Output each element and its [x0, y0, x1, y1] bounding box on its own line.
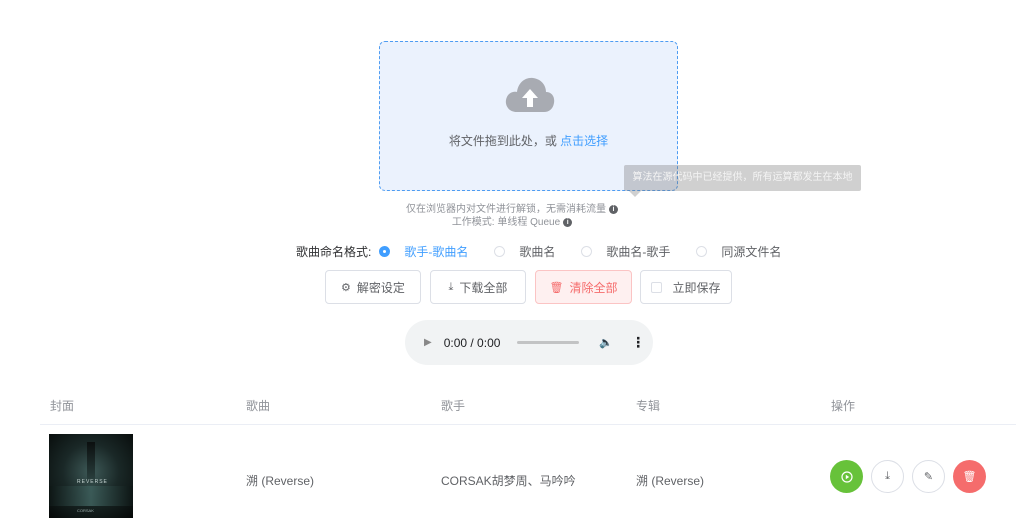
- download-all-label: 下载全部: [459, 280, 508, 295]
- info-icon[interactable]: i: [563, 217, 573, 227]
- radio-label: 同源文件名: [721, 244, 782, 259]
- trash-icon: 🗑: [962, 471, 977, 483]
- download-all-button[interactable]: ⤓ 下载全部: [430, 270, 526, 304]
- artist-name: CORSAK胡梦周、马吟吟: [441, 474, 576, 488]
- tip-line-2: 工作模式: 单线程 Queue i: [0, 213, 1024, 228]
- album-name: 溯 (Reverse): [636, 474, 705, 488]
- column-header-cover: 封面: [50, 399, 75, 413]
- save-now-toggle[interactable]: 立即保存: [640, 270, 732, 304]
- info-tooltip: 算法在源代码中已经提供，所有运算都发生在本地: [624, 165, 861, 197]
- delete-button[interactable]: 🗑: [953, 460, 986, 493]
- clear-all-button[interactable]: 🗑 清除全部: [535, 270, 632, 304]
- gear-icon: ⚙: [341, 281, 351, 294]
- upload-drop-label: 将文件拖到此处，或: [448, 134, 557, 148]
- upload-select-link[interactable]: 点击选择: [560, 134, 608, 148]
- radio-label: 歌手-歌曲名: [404, 244, 469, 259]
- radio-song-artist[interactable]: 歌曲名-歌手: [581, 243, 670, 260]
- player-progress-track[interactable]: [517, 341, 580, 344]
- play-button[interactable]: [830, 460, 863, 493]
- cover-text: REVERSE: [77, 479, 108, 485]
- play-icon[interactable]: ▶: [424, 337, 432, 348]
- tooltip-text: 算法在源代码中已经提供，所有运算都发生在本地: [632, 172, 853, 183]
- player-time: 0:00 / 0:00: [443, 335, 501, 350]
- column-header-song: 歌曲: [246, 399, 271, 413]
- save-now-label: 立即保存: [672, 280, 721, 295]
- cloud-upload-icon: [505, 77, 555, 112]
- decrypt-settings-button[interactable]: ⚙ 解密设定: [325, 270, 421, 304]
- column-header-album: 专辑: [636, 399, 661, 413]
- naming-format-group: 歌曲命名格式: 歌手-歌曲名 歌曲名 歌曲名-歌手 同源文件名: [296, 242, 807, 260]
- table-header: 封面 歌曲 歌手 专辑 操作: [40, 389, 1016, 425]
- save-now-checkbox[interactable]: [651, 281, 663, 293]
- radio-label: 歌曲名-歌手: [606, 244, 671, 259]
- upload-drop-text: 将文件拖到此处，或 点击选择: [380, 132, 677, 149]
- table-row: REVERSE CORSAK 溯 (Reverse) CORSAK胡梦周、马吟吟…: [40, 425, 1016, 530]
- trash-icon: 🗑: [549, 281, 564, 294]
- tooltip-arrow: [629, 191, 641, 197]
- album-cover: REVERSE CORSAK: [49, 434, 133, 518]
- clear-all-label: 清除全部: [569, 280, 618, 295]
- audio-player: ▶ 0:00 / 0:00 🔈 ⋮: [405, 320, 653, 365]
- radio-dot: [494, 245, 506, 257]
- radio-artist-song[interactable]: 歌手-歌曲名: [379, 243, 468, 260]
- volume-icon[interactable]: 🔈: [599, 336, 613, 349]
- cover-tag: CORSAK: [77, 508, 94, 513]
- download-button[interactable]: ⤓: [871, 460, 904, 493]
- column-header-artist: 歌手: [441, 399, 466, 413]
- radio-dot: [696, 245, 708, 257]
- download-icon: ⤓: [885, 470, 890, 482]
- radio-label: 歌曲名: [519, 244, 556, 259]
- edit-icon: ✎: [923, 471, 934, 483]
- radio-dot: [379, 245, 391, 257]
- play-circle-icon: [840, 470, 853, 483]
- cover-band: [49, 486, 133, 506]
- decrypt-settings-label: 解密设定: [356, 280, 405, 295]
- radio-source-filename[interactable]: 同源文件名: [696, 243, 781, 260]
- tip-text-2: 工作模式: 单线程 Queue: [451, 217, 561, 228]
- radio-dot: [581, 245, 593, 257]
- song-title: 溯 (Reverse): [246, 474, 315, 488]
- column-header-actions: 操作: [831, 399, 856, 413]
- radio-song[interactable]: 歌曲名: [494, 243, 555, 260]
- download-icon: ⤓: [448, 280, 454, 293]
- more-options-icon[interactable]: ⋮: [631, 334, 645, 351]
- naming-format-label: 歌曲命名格式:: [296, 244, 372, 259]
- edit-button[interactable]: ✎: [912, 460, 945, 493]
